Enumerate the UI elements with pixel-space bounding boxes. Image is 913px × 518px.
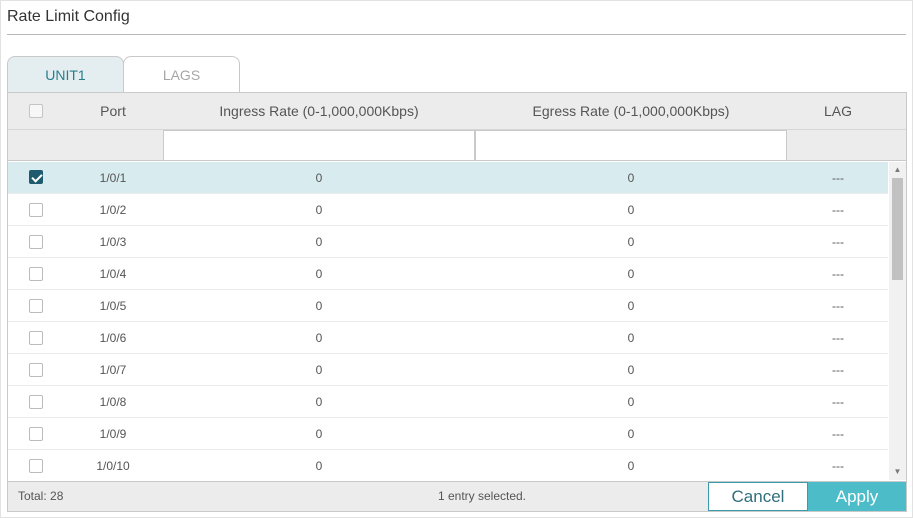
filter-row — [8, 130, 906, 161]
ingress-rate-filter-input[interactable] — [163, 130, 475, 161]
scroll-thumb[interactable] — [892, 178, 903, 280]
table-row[interactable]: 1/0/8 0 0 --- — [8, 386, 888, 418]
row-checkbox[interactable] — [29, 363, 43, 377]
lag-cell: --- — [832, 363, 844, 377]
select-all-checkbox[interactable] — [29, 104, 43, 118]
ingress-rate-cell[interactable]: 0 — [163, 290, 475, 322]
ingress-rate-cell[interactable]: 0 — [163, 450, 475, 480]
port-cell: 1/0/4 — [99, 267, 127, 281]
port-cell: 1/0/3 — [99, 235, 127, 249]
egress-rate-cell[interactable]: 0 — [475, 418, 787, 450]
ingress-rate-cell[interactable]: 0 — [163, 354, 475, 386]
egress-rate-cell[interactable]: 0 — [475, 258, 787, 290]
ingress-rate-cell[interactable]: 0 — [163, 226, 475, 258]
row-checkbox[interactable] — [29, 395, 43, 409]
table-footer: Total: 28 1 entry selected. Cancel Apply — [8, 481, 906, 511]
table-scrollbar[interactable]: ▲ ▼ — [889, 162, 906, 480]
row-checkbox[interactable] — [29, 203, 43, 217]
row-checkbox[interactable] — [29, 459, 43, 473]
ingress-rate-cell[interactable]: 0 — [163, 194, 475, 226]
port-cell: 1/0/1 — [99, 171, 127, 185]
tab-unit1[interactable]: UNIT1 — [7, 56, 124, 93]
egress-rate-cell[interactable]: 0 — [475, 226, 787, 258]
row-checkbox[interactable] — [29, 331, 43, 345]
column-header-ingress-rate[interactable]: Ingress Rate (0-1,000,000Kbps) — [163, 93, 475, 130]
lag-cell: --- — [832, 331, 844, 345]
page-frame: Rate Limit Config UNIT1 LAGS Port Ingres… — [0, 0, 913, 518]
port-cell: 1/0/5 — [99, 299, 127, 313]
egress-rate-cell[interactable]: 0 — [475, 162, 787, 194]
port-cell: 1/0/6 — [99, 331, 127, 345]
lag-cell: --- — [832, 235, 844, 249]
scroll-up-arrow-icon[interactable]: ▲ — [889, 163, 906, 177]
table-row[interactable]: 1/0/1 0 0 --- — [8, 162, 888, 194]
egress-rate-cell[interactable]: 0 — [475, 290, 787, 322]
row-checkbox[interactable] — [29, 235, 43, 249]
row-checkbox[interactable] — [29, 170, 43, 184]
lag-cell: --- — [832, 203, 844, 217]
egress-rate-cell[interactable]: 0 — [475, 194, 787, 226]
ingress-rate-cell[interactable]: 0 — [163, 162, 475, 194]
egress-rate-cell[interactable]: 0 — [475, 386, 787, 418]
port-cell: 1/0/8 — [99, 395, 127, 409]
table-row[interactable]: 1/0/9 0 0 --- — [8, 418, 888, 450]
tab-lags[interactable]: LAGS — [123, 56, 240, 93]
egress-rate-filter-input[interactable] — [475, 130, 787, 161]
column-header-lag[interactable]: LAG — [787, 93, 889, 130]
title-divider — [7, 34, 906, 35]
ingress-rate-cell[interactable]: 0 — [163, 418, 475, 450]
table-row[interactable]: 1/0/7 0 0 --- — [8, 354, 888, 386]
lag-cell: --- — [832, 427, 844, 441]
lag-cell: --- — [832, 459, 844, 473]
cancel-button[interactable]: Cancel — [708, 482, 808, 511]
rate-limit-table: Port Ingress Rate (0-1,000,000Kbps) Egre… — [7, 92, 907, 512]
table-row[interactable]: 1/0/6 0 0 --- — [8, 322, 888, 354]
lag-cell: --- — [832, 267, 844, 281]
row-checkbox[interactable] — [29, 267, 43, 281]
table-row[interactable]: 1/0/4 0 0 --- — [8, 258, 888, 290]
egress-rate-cell[interactable]: 0 — [475, 322, 787, 354]
selection-status: 1 entry selected. — [437, 489, 527, 503]
ingress-rate-cell[interactable]: 0 — [163, 322, 475, 354]
table-row[interactable]: 1/0/3 0 0 --- — [8, 226, 888, 258]
table-row[interactable]: 1/0/10 0 0 --- — [8, 450, 888, 480]
egress-rate-cell[interactable]: 0 — [475, 354, 787, 386]
lag-cell: --- — [832, 171, 844, 185]
port-cell: 1/0/10 — [96, 459, 130, 473]
row-checkbox[interactable] — [29, 299, 43, 313]
lag-cell: --- — [832, 299, 844, 313]
total-count: Total: 28 — [18, 489, 64, 503]
ingress-rate-cell[interactable]: 0 — [163, 258, 475, 290]
port-cell: 1/0/2 — [99, 203, 127, 217]
egress-rate-cell[interactable]: 0 — [475, 450, 787, 480]
port-cell: 1/0/9 — [99, 427, 127, 441]
column-header-egress-rate[interactable]: Egress Rate (0-1,000,000Kbps) — [475, 93, 787, 130]
lag-cell: --- — [832, 395, 844, 409]
scroll-down-arrow-icon[interactable]: ▼ — [889, 465, 906, 479]
table-body: 1/0/1 0 0 --- 1/0/2 0 0 --- 1/0/3 0 0 --… — [8, 162, 888, 480]
column-header-port[interactable]: Port — [63, 93, 163, 130]
page-title: Rate Limit Config — [7, 8, 130, 25]
table-header: Port Ingress Rate (0-1,000,000Kbps) Egre… — [8, 93, 906, 130]
table-row[interactable]: 1/0/5 0 0 --- — [8, 290, 888, 322]
apply-button[interactable]: Apply — [808, 482, 906, 511]
ingress-rate-cell[interactable]: 0 — [163, 386, 475, 418]
row-checkbox[interactable] — [29, 427, 43, 441]
port-cell: 1/0/7 — [99, 363, 127, 377]
table-row[interactable]: 1/0/2 0 0 --- — [8, 194, 888, 226]
